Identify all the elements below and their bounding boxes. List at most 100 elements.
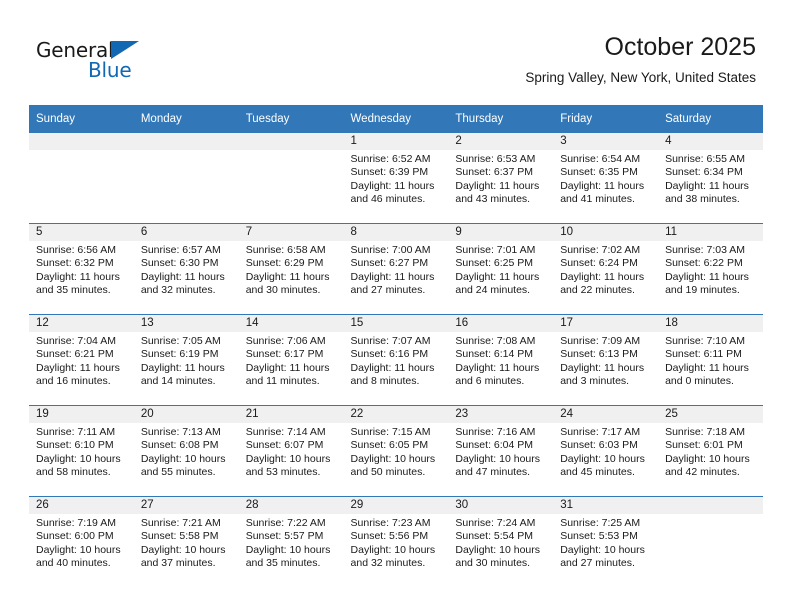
day-number xyxy=(133,133,239,150)
daylight-text-line1: Daylight: 10 hours xyxy=(560,452,645,465)
day-details: Sunrise: 7:03 AM Sunset: 6:22 PM Dayligh… xyxy=(658,241,763,297)
daylight-text-line1: Daylight: 10 hours xyxy=(665,452,750,465)
day-details: Sunrise: 7:21 AM Sunset: 5:58 PM Dayligh… xyxy=(134,514,239,570)
daylight-text-line2: and 32 minutes. xyxy=(140,283,216,296)
calendar-day-cell[interactable]: 13 Sunrise: 7:05 AM Sunset: 6:19 PM Dayl… xyxy=(133,314,239,406)
calendar-day-cell[interactable]: 26 Sunrise: 7:19 AM Sunset: 6:00 PM Dayl… xyxy=(29,496,134,587)
sunrise-text: Sunrise: 6:54 AM xyxy=(560,153,641,165)
daylight-text-line1: Daylight: 11 hours xyxy=(455,179,540,192)
day-details: Sunrise: 6:57 AM Sunset: 6:30 PM Dayligh… xyxy=(134,241,239,297)
daylight-text-line1: Daylight: 11 hours xyxy=(560,270,645,283)
calendar-day-cell[interactable]: 19 Sunrise: 7:11 AM Sunset: 6:10 PM Dayl… xyxy=(29,405,134,497)
day-number: 2 xyxy=(448,133,554,150)
daylight-text-line2: and 46 minutes. xyxy=(350,192,426,205)
day-details: Sunrise: 7:00 AM Sunset: 6:27 PM Dayligh… xyxy=(344,241,449,297)
sunset-text: Sunset: 6:21 PM xyxy=(36,348,114,361)
daylight-text-line1: Daylight: 11 hours xyxy=(560,179,645,192)
calendar-day-cell[interactable]: 7 Sunrise: 6:58 AM Sunset: 6:29 PM Dayli… xyxy=(238,223,344,315)
daylight-text-line2: and 43 minutes. xyxy=(455,192,531,205)
logo-triangle-icon xyxy=(111,41,139,59)
sunrise-text: Sunrise: 7:13 AM xyxy=(140,426,221,438)
calendar-day-cell[interactable]: 22 Sunrise: 7:15 AM Sunset: 6:05 PM Dayl… xyxy=(343,405,449,497)
daylight-text-line2: and 47 minutes. xyxy=(455,465,531,478)
calendar-day-cell[interactable]: 12 Sunrise: 7:04 AM Sunset: 6:21 PM Dayl… xyxy=(29,314,134,406)
calendar-day-cell[interactable]: 5 Sunrise: 6:56 AM Sunset: 6:32 PM Dayli… xyxy=(29,223,134,315)
calendar-day-cell[interactable] xyxy=(29,133,134,224)
calendar-day-cell[interactable]: 16 Sunrise: 7:08 AM Sunset: 6:14 PM Dayl… xyxy=(448,314,554,406)
calendar-day-cell[interactable]: 1 Sunrise: 6:52 AM Sunset: 6:39 PM Dayli… xyxy=(343,133,449,224)
sunset-text: Sunset: 6:10 PM xyxy=(36,439,114,452)
page-header: General Blue October 2025 Spring Valley,… xyxy=(0,0,792,100)
day-number xyxy=(658,497,763,514)
day-number: 19 xyxy=(29,406,134,423)
calendar-day-cell[interactable]: 4 Sunrise: 6:55 AM Sunset: 6:34 PM Dayli… xyxy=(658,133,763,224)
sunset-text: Sunset: 6:03 PM xyxy=(560,439,638,452)
day-number: 16 xyxy=(448,315,554,332)
day-details xyxy=(239,150,344,153)
day-number xyxy=(29,133,134,150)
sunrise-text: Sunrise: 6:55 AM xyxy=(665,153,746,165)
day-number: 21 xyxy=(238,406,344,423)
calendar-day-cell[interactable]: 6 Sunrise: 6:57 AM Sunset: 6:30 PM Dayli… xyxy=(133,223,239,315)
daylight-text-line1: Daylight: 11 hours xyxy=(36,361,120,374)
calendar-day-cell[interactable]: 21 Sunrise: 7:14 AM Sunset: 6:07 PM Dayl… xyxy=(238,405,344,497)
calendar-week-row: 19 Sunrise: 7:11 AM Sunset: 6:10 PM Dayl… xyxy=(29,405,763,497)
calendar-week-row: 1 Sunrise: 6:52 AM Sunset: 6:39 PM Dayli… xyxy=(29,133,763,224)
calendar-day-cell[interactable]: 3 Sunrise: 6:54 AM Sunset: 6:35 PM Dayli… xyxy=(553,133,659,224)
calendar-week-row: 5 Sunrise: 6:56 AM Sunset: 6:32 PM Dayli… xyxy=(29,223,763,315)
calendar-day-cell[interactable]: 17 Sunrise: 7:09 AM Sunset: 6:13 PM Dayl… xyxy=(553,314,659,406)
daylight-text-line1: Daylight: 10 hours xyxy=(455,543,541,556)
sunset-text: Sunset: 6:37 PM xyxy=(455,166,534,179)
calendar-day-cell[interactable]: 2 Sunrise: 6:53 AM Sunset: 6:37 PM Dayli… xyxy=(448,133,554,224)
sunrise-text: Sunrise: 7:14 AM xyxy=(245,426,326,438)
calendar-day-cell[interactable]: 23 Sunrise: 7:16 AM Sunset: 6:04 PM Dayl… xyxy=(448,405,554,497)
sunrise-text: Sunrise: 7:23 AM xyxy=(350,517,431,529)
sunset-text: Sunset: 6:27 PM xyxy=(350,257,429,270)
sunrise-text: Sunrise: 7:00 AM xyxy=(350,244,431,256)
daylight-text-line2: and 50 minutes. xyxy=(350,465,426,478)
day-number: 3 xyxy=(553,133,659,150)
daylight-text-line2: and 40 minutes. xyxy=(36,556,111,569)
calendar-day-cell[interactable]: 27 Sunrise: 7:21 AM Sunset: 5:58 PM Dayl… xyxy=(133,496,239,587)
sunset-text: Sunset: 5:58 PM xyxy=(140,530,219,543)
sunset-text: Sunset: 6:34 PM xyxy=(665,166,743,179)
calendar-day-cell[interactable]: 18 Sunrise: 7:10 AM Sunset: 6:11 PM Dayl… xyxy=(658,314,763,406)
calendar-day-cell[interactable] xyxy=(133,133,239,224)
calendar-day-cell[interactable]: 29 Sunrise: 7:23 AM Sunset: 5:56 PM Dayl… xyxy=(343,496,449,587)
day-details: Sunrise: 7:17 AM Sunset: 6:03 PM Dayligh… xyxy=(553,423,658,479)
calendar-day-cell[interactable]: 28 Sunrise: 7:22 AM Sunset: 5:57 PM Dayl… xyxy=(238,496,344,587)
weekday-header-thursday: Thursday xyxy=(448,105,554,133)
daylight-text-line2: and 27 minutes. xyxy=(350,283,426,296)
calendar-day-cell[interactable]: 30 Sunrise: 7:24 AM Sunset: 5:54 PM Dayl… xyxy=(448,496,554,587)
sunrise-text: Sunrise: 7:04 AM xyxy=(36,335,116,347)
calendar-day-cell[interactable]: 25 Sunrise: 7:18 AM Sunset: 6:01 PM Dayl… xyxy=(658,405,763,497)
day-number: 20 xyxy=(133,406,239,423)
daylight-text-line1: Daylight: 11 hours xyxy=(350,179,435,192)
calendar-day-cell[interactable]: 11 Sunrise: 7:03 AM Sunset: 6:22 PM Dayl… xyxy=(658,223,763,315)
calendar-day-cell[interactable]: 8 Sunrise: 7:00 AM Sunset: 6:27 PM Dayli… xyxy=(343,223,449,315)
calendar-day-cell[interactable]: 24 Sunrise: 7:17 AM Sunset: 6:03 PM Dayl… xyxy=(553,405,659,497)
sunset-text: Sunset: 6:07 PM xyxy=(245,439,324,452)
calendar-day-cell[interactable]: 14 Sunrise: 7:06 AM Sunset: 6:17 PM Dayl… xyxy=(238,314,344,406)
daylight-text-line1: Daylight: 11 hours xyxy=(665,270,749,283)
daylight-text-line2: and 35 minutes. xyxy=(245,556,321,569)
daylight-text-line2: and 58 minutes. xyxy=(36,465,111,478)
calendar-day-cell[interactable] xyxy=(658,496,763,587)
sunset-text: Sunset: 6:32 PM xyxy=(36,257,114,270)
calendar-day-cell[interactable]: 10 Sunrise: 7:02 AM Sunset: 6:24 PM Dayl… xyxy=(553,223,659,315)
day-number: 6 xyxy=(133,224,239,241)
sunrise-text: Sunrise: 7:08 AM xyxy=(455,335,536,347)
calendar-day-cell[interactable]: 31 Sunrise: 7:25 AM Sunset: 5:53 PM Dayl… xyxy=(553,496,659,587)
daylight-text-line2: and 0 minutes. xyxy=(665,374,734,387)
logo-text-blue: Blue xyxy=(88,58,132,82)
daylight-text-line2: and 55 minutes. xyxy=(140,465,216,478)
day-details: Sunrise: 7:14 AM Sunset: 6:07 PM Dayligh… xyxy=(239,423,344,479)
daylight-text-line1: Daylight: 11 hours xyxy=(665,361,749,374)
calendar-day-cell[interactable]: 15 Sunrise: 7:07 AM Sunset: 6:16 PM Dayl… xyxy=(343,314,449,406)
calendar-day-cell[interactable]: 20 Sunrise: 7:13 AM Sunset: 6:08 PM Dayl… xyxy=(133,405,239,497)
general-blue-logo[interactable]: General Blue xyxy=(36,38,166,84)
day-details: Sunrise: 7:01 AM Sunset: 6:25 PM Dayligh… xyxy=(448,241,553,297)
day-number: 28 xyxy=(238,497,344,514)
calendar-day-cell[interactable] xyxy=(238,133,344,224)
calendar-day-cell[interactable]: 9 Sunrise: 7:01 AM Sunset: 6:25 PM Dayli… xyxy=(448,223,554,315)
